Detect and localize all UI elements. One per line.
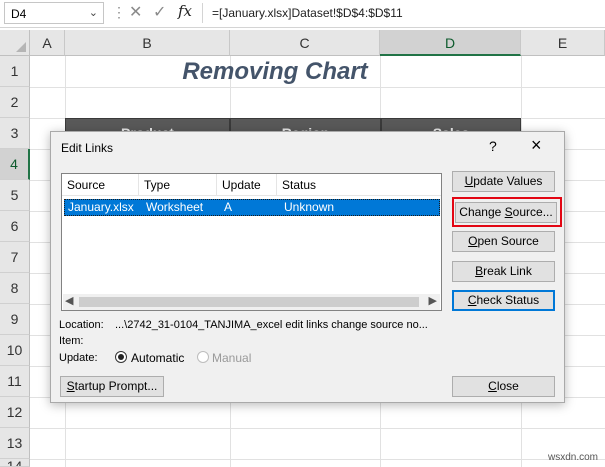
- break-link-button[interactable]: Break Link: [452, 261, 555, 282]
- gridline: [30, 87, 605, 88]
- change-source-button[interactable]: Change Source...: [455, 202, 557, 223]
- close-button[interactable]: Close: [452, 376, 555, 397]
- gridline: [30, 459, 605, 460]
- scrollbar-thumb[interactable]: [79, 297, 419, 307]
- row-header-4[interactable]: 4: [0, 149, 30, 180]
- row-header-3[interactable]: 3: [0, 118, 30, 149]
- more-options-icon: ⋮: [112, 4, 126, 20]
- checkmark-icon[interactable]: ✓: [153, 2, 166, 22]
- horizontal-scrollbar[interactable]: ◀ ▶: [63, 294, 440, 310]
- button-label: pen Source: [477, 234, 539, 248]
- update-values-button[interactable]: Update Values: [452, 171, 555, 192]
- column-header-a[interactable]: A: [30, 30, 65, 56]
- chevron-down-icon[interactable]: ⌄: [89, 6, 98, 19]
- access-key: S: [504, 205, 513, 219]
- row-header-5[interactable]: 5: [0, 180, 30, 211]
- row-header-2[interactable]: 2: [0, 87, 30, 118]
- location-value: ...\2742_31-0104_TANJIMA_excel edit link…: [115, 319, 428, 331]
- button-label: reak Link: [483, 264, 532, 278]
- list-header-type[interactable]: Type: [139, 174, 217, 196]
- select-all-corner[interactable]: [0, 30, 30, 56]
- automatic-radio[interactable]: [115, 351, 127, 363]
- row-header-6[interactable]: 6: [0, 211, 30, 242]
- edit-links-dialog: Edit Links ? × Source Type Update Status…: [50, 131, 565, 403]
- check-status-button[interactable]: Check Status: [452, 290, 555, 311]
- row-header-1[interactable]: 1: [0, 56, 30, 87]
- row-header-9[interactable]: 9: [0, 304, 30, 335]
- column-header-e[interactable]: E: [521, 30, 605, 56]
- button-label: lose: [496, 379, 519, 393]
- fx-icon[interactable]: fx: [178, 2, 192, 20]
- link-source: January.xlsx: [68, 200, 134, 214]
- gridline: [30, 428, 605, 429]
- dialog-title: Edit Links: [61, 141, 114, 155]
- row-header-12[interactable]: 12: [0, 397, 30, 428]
- access-key: S: [66, 379, 75, 393]
- column-header-b[interactable]: B: [65, 30, 230, 56]
- cancel-x-icon[interactable]: ✕: [129, 2, 142, 22]
- access-key: C: [488, 379, 497, 393]
- link-update: A: [224, 200, 233, 214]
- manual-radio: [197, 351, 209, 363]
- manual-label: Manual: [212, 351, 252, 365]
- scroll-left-icon[interactable]: ◀: [65, 294, 73, 307]
- close-icon[interactable]: ×: [531, 135, 542, 156]
- button-label: ource...: [512, 205, 553, 219]
- row-header-11[interactable]: 11: [0, 366, 30, 397]
- access-key: U: [464, 174, 474, 188]
- formula-bar: D4 ⌄ ⋮ ✕ ✓ fx =[January.xlsx]Dataset!$D$…: [0, 0, 605, 28]
- help-icon[interactable]: ?: [489, 138, 497, 154]
- link-status: Unknown: [284, 200, 335, 214]
- item-label: Item:: [59, 335, 84, 347]
- column-header-d[interactable]: D: [380, 30, 521, 56]
- column-header-c[interactable]: C: [230, 30, 380, 56]
- button-label: heck Status: [476, 293, 540, 307]
- watermark: wsxdn.com: [548, 452, 599, 463]
- startup-prompt-button[interactable]: Startup Prompt...: [60, 376, 164, 397]
- button-label: tartup Prompt...: [74, 379, 158, 393]
- access-key: B: [475, 264, 484, 278]
- name-box[interactable]: D4 ⌄: [4, 2, 104, 24]
- row-header-7[interactable]: 7: [0, 242, 30, 273]
- update-label: Update:: [59, 352, 98, 364]
- formula-separator: [202, 3, 203, 23]
- formula-input[interactable]: =[January.xlsx]Dataset!$D$4:$D$11: [212, 6, 403, 20]
- list-header-source[interactable]: Source: [62, 174, 139, 196]
- location-label: Location:: [59, 319, 104, 331]
- select-all-triangle-icon: [16, 42, 26, 52]
- row-header-8[interactable]: 8: [0, 273, 30, 304]
- links-list[interactable]: Source Type Update Status January.xlsx W…: [61, 173, 442, 311]
- row-header-14[interactable]: 14: [0, 459, 30, 467]
- open-source-button[interactable]: Open Source: [452, 231, 555, 252]
- row-header-10[interactable]: 10: [0, 335, 30, 366]
- list-header-status[interactable]: Status: [277, 174, 441, 196]
- link-type: Worksheet: [146, 200, 204, 214]
- button-label: Change: [459, 205, 505, 219]
- sheet-title[interactable]: Removing Chart: [100, 56, 450, 87]
- list-header-update[interactable]: Update: [217, 174, 277, 196]
- automatic-label[interactable]: Automatic: [131, 351, 184, 365]
- name-box-value: D4: [11, 7, 27, 21]
- list-item[interactable]: January.xlsx Worksheet A Unknown: [64, 199, 440, 216]
- scroll-right-icon[interactable]: ▶: [429, 294, 437, 307]
- row-header-13[interactable]: 13: [0, 428, 30, 459]
- button-label: pdate Values: [473, 174, 543, 188]
